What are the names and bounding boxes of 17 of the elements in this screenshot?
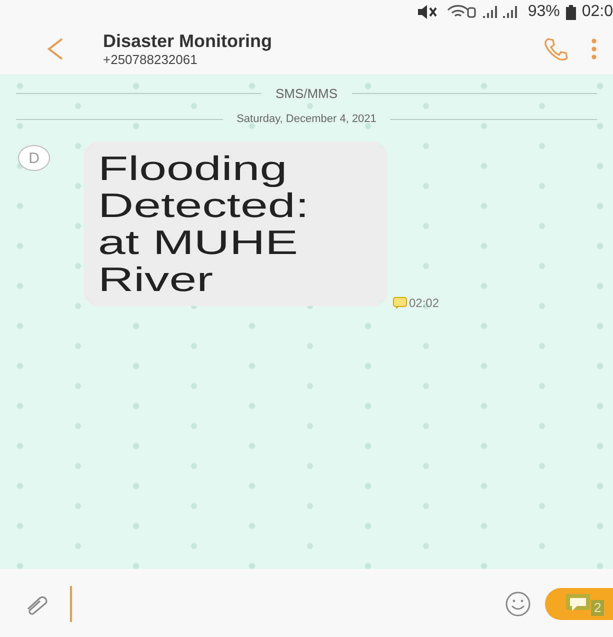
contact-avatar[interactable]: D (18, 145, 50, 171)
battery-percent: 93% (528, 3, 560, 21)
message-time: 02:02 (409, 296, 440, 310)
emoji-icon[interactable] (505, 590, 531, 616)
message-icon (393, 297, 407, 309)
text-cursor (70, 586, 72, 622)
message-bubble[interactable]: Flooding Detected: at MUHE River (84, 142, 387, 306)
battery-icon (566, 4, 576, 20)
clock-time: 02:0 (582, 3, 613, 21)
send-button[interactable]: 2 (545, 588, 613, 620)
contact-name: Disaster Monitoring (103, 31, 274, 52)
channel-label: SMS/MMS (275, 86, 338, 100)
date-separator: Saturday, December 4, 2021 (236, 113, 376, 125)
more-icon[interactable] (591, 38, 597, 60)
phone-icon[interactable] (543, 36, 569, 62)
wifi-icon (446, 5, 476, 19)
phone-number: +250788232061 (103, 52, 198, 67)
